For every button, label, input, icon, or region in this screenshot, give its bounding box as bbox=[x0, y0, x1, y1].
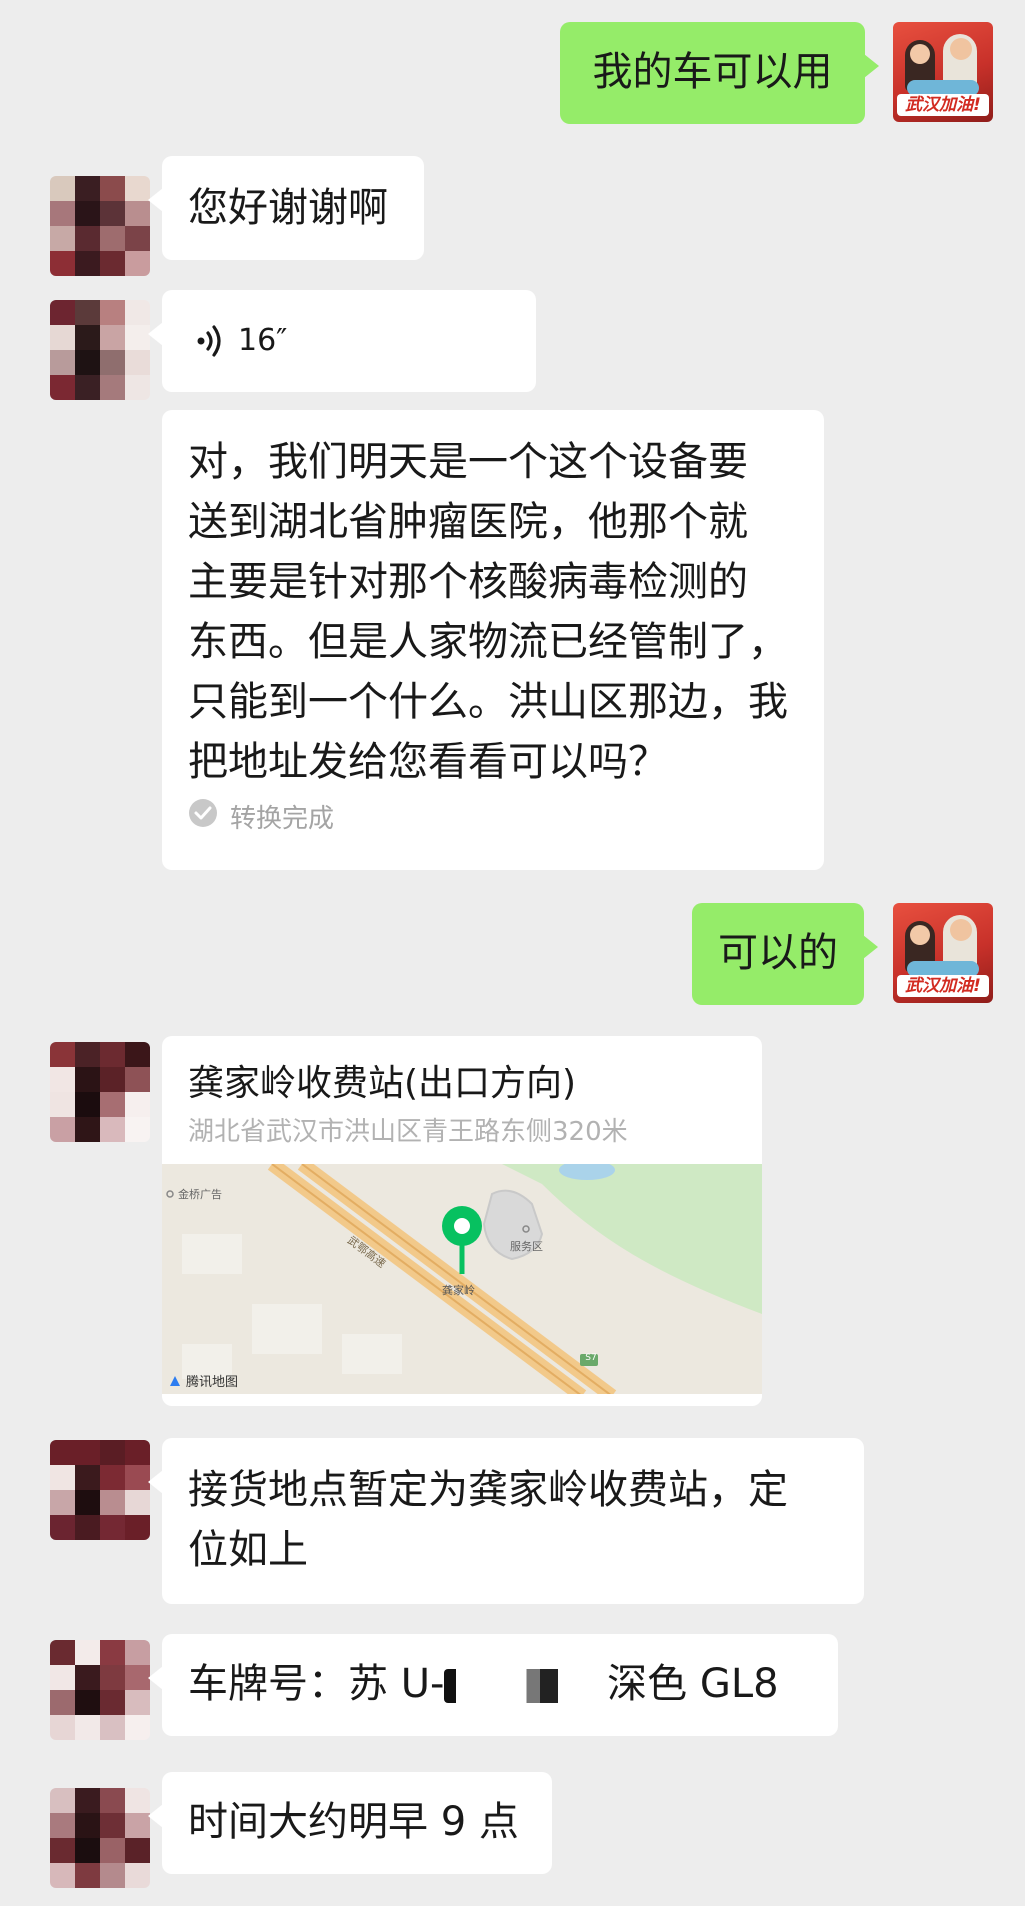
tencent-map-logo: 腾讯地图 bbox=[168, 1371, 238, 1390]
contact-avatar[interactable] bbox=[50, 1042, 150, 1142]
message-text: 车牌号：苏 U- bbox=[188, 1661, 445, 1707]
received-message-bubble[interactable]: 车牌号：苏 U- 深色 GL8 bbox=[148, 1634, 838, 1736]
contact-avatar[interactable] bbox=[50, 1640, 150, 1740]
received-message-bubble[interactable]: 您好谢谢啊 bbox=[148, 156, 424, 260]
voice-duration: 16″ bbox=[238, 323, 288, 358]
map-label-poi: 金桥广告 bbox=[178, 1188, 222, 1201]
avatar-tag: 武汉加油! bbox=[897, 975, 989, 997]
transcript-line: 送到湖北省肿瘤医院，他那个就 bbox=[188, 499, 748, 545]
check-circle-icon bbox=[188, 798, 218, 840]
location-address: 湖北省武汉市洪山区青王路东侧320米 bbox=[188, 1117, 628, 1147]
message-text-line: 接货地点暂定为龚家岭收费站，定 bbox=[188, 1467, 788, 1513]
my-avatar[interactable]: 武汉加油! bbox=[893, 903, 993, 1003]
received-message-bubble[interactable]: 接货地点暂定为龚家岭收费站，定 位如上 bbox=[148, 1438, 864, 1604]
transcript-line: 主要是针对那个核酸病毒检测的 bbox=[188, 559, 748, 605]
message-text-line: 位如上 bbox=[188, 1527, 308, 1573]
contact-avatar[interactable] bbox=[50, 1440, 150, 1540]
message-text: 时间大约明早 9 点 bbox=[188, 1799, 519, 1845]
received-message-bubble[interactable]: 时间大约明早 9 点 bbox=[148, 1772, 552, 1874]
transcript-line: 东西。但是人家物流已经管制了， bbox=[188, 619, 788, 665]
location-name: 龚家岭收费站(出口方向) bbox=[188, 1063, 577, 1104]
map-label-place: 龚家岭 bbox=[442, 1284, 475, 1297]
voice-message-bubble[interactable]: 16″ bbox=[148, 290, 536, 392]
tencent-map-icon bbox=[170, 1375, 180, 1386]
map-label-highway: S7 bbox=[585, 1353, 597, 1363]
transcript-line: 对，我们明天是一个这个设备要 bbox=[188, 439, 748, 485]
location-card[interactable]: 龚家岭收费站(出口方向) 湖北省武汉市洪山区青王路东侧320米 金桥广告 武鄂高… bbox=[162, 1036, 762, 1406]
redacted-plate bbox=[444, 1669, 595, 1703]
transcript-line: 把地址发给您看看可以吗？ bbox=[188, 739, 668, 785]
message-text: 您好谢谢啊 bbox=[188, 185, 388, 231]
message-text: 我的车可以用 bbox=[592, 49, 833, 95]
message-text: 深色 GL8 bbox=[607, 1661, 779, 1707]
sent-message-bubble[interactable]: 可以的 bbox=[692, 903, 878, 1005]
contact-avatar[interactable] bbox=[50, 300, 150, 400]
map-preview[interactable]: 金桥广告 武鄂高速 服务区 龚家岭 S7 腾讯地图 bbox=[162, 1164, 762, 1394]
map-label-service: 服务区 bbox=[510, 1240, 543, 1253]
transcript-status: 转换完成 bbox=[230, 804, 335, 834]
my-avatar[interactable]: 武汉加油! bbox=[893, 22, 993, 122]
contact-avatar[interactable] bbox=[50, 176, 150, 276]
transcript-line: 只能到一个什么。洪山区那边，我 bbox=[188, 679, 788, 725]
voice-icon bbox=[196, 324, 226, 358]
message-text: 可以的 bbox=[718, 930, 838, 976]
sent-message-bubble[interactable]: 我的车可以用 bbox=[560, 22, 879, 124]
contact-avatar[interactable] bbox=[50, 1788, 150, 1888]
voice-transcript[interactable]: 对，我们明天是一个这个设备要 送到湖北省肿瘤医院，他那个就 主要是针对那个核酸病… bbox=[162, 410, 824, 870]
avatar-tag: 武汉加油! bbox=[897, 94, 989, 116]
map-brand: 腾讯地图 bbox=[186, 1375, 239, 1390]
